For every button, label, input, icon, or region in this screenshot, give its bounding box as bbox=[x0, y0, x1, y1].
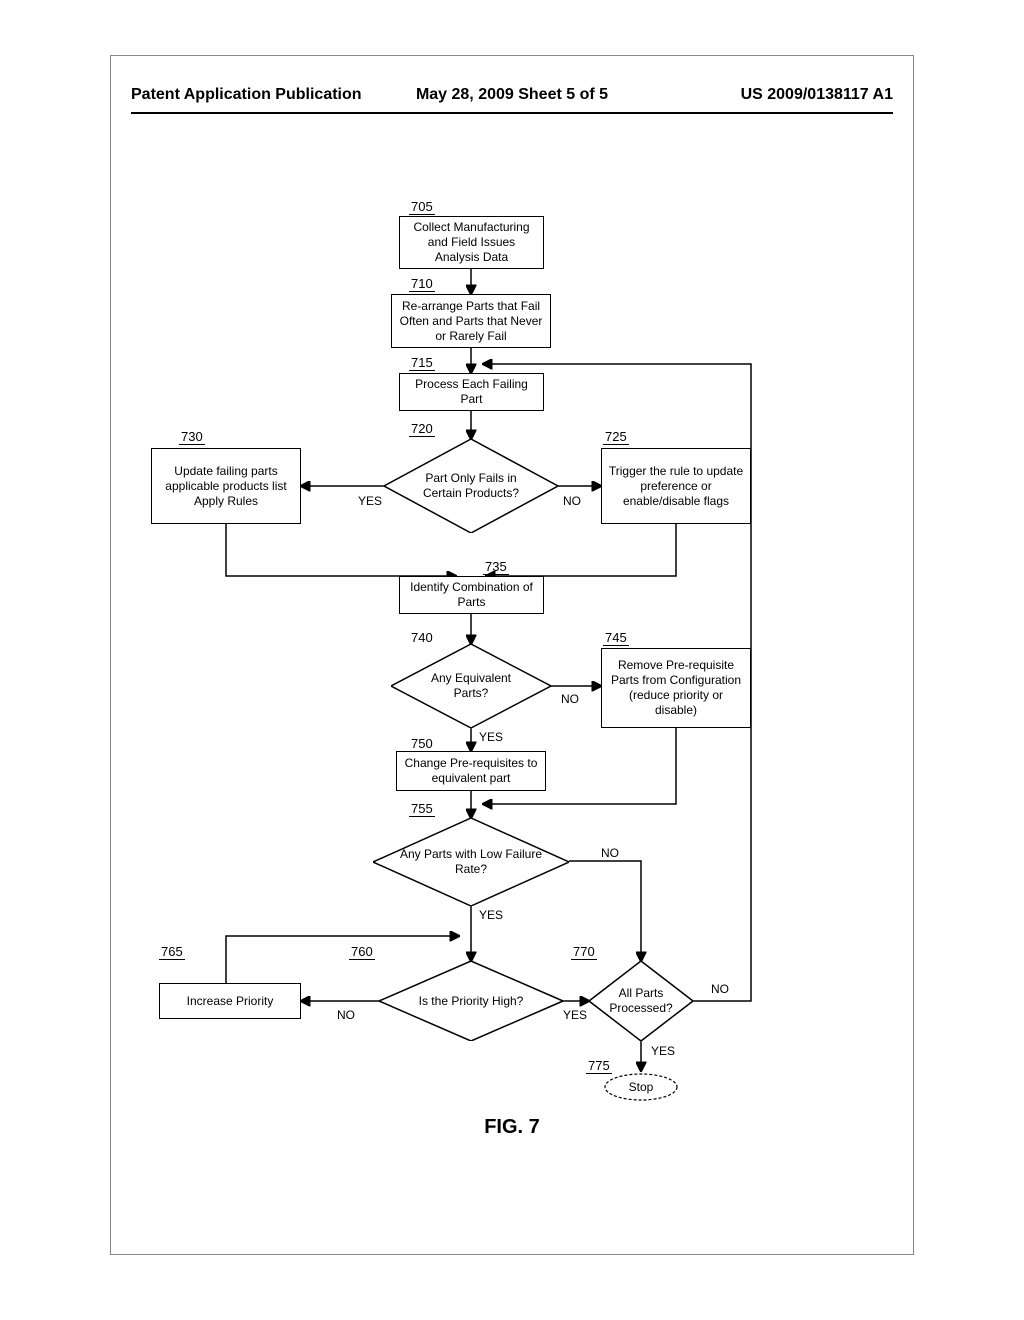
label-755-yes: YES bbox=[479, 908, 503, 922]
label-740-yes: YES bbox=[479, 730, 503, 744]
ref-720: 720 bbox=[409, 421, 435, 437]
box-730: Update failing parts applicable products… bbox=[151, 448, 301, 524]
box-735: Identify Combination of Parts bbox=[399, 576, 544, 614]
box-725-text: Trigger the rule to update preference or… bbox=[608, 464, 744, 509]
ref-770: 770 bbox=[571, 944, 597, 960]
decision-760: Is the Priority High? bbox=[379, 961, 563, 1041]
label-740-no: NO bbox=[561, 692, 579, 706]
ref-730: 730 bbox=[179, 429, 205, 445]
box-710: Re-arrange Parts that Fail Often and Par… bbox=[391, 294, 551, 348]
label-720-yes: YES bbox=[358, 494, 382, 508]
ref-705: 705 bbox=[409, 199, 435, 215]
box-750-text: Change Pre-requisites to equivalent part bbox=[403, 756, 539, 786]
header-right: US 2009/0138117 A1 bbox=[741, 86, 893, 104]
ref-765: 765 bbox=[159, 944, 185, 960]
ref-710: 710 bbox=[409, 276, 435, 292]
decision-760-text: Is the Priority High? bbox=[379, 961, 563, 1041]
label-755-no: NO bbox=[601, 846, 619, 860]
box-725: Trigger the rule to update preference or… bbox=[601, 448, 751, 524]
label-760-no: NO bbox=[337, 1008, 355, 1022]
decision-740: Any Equivalent Parts? bbox=[391, 644, 551, 728]
box-745: Remove Pre-requisite Parts from Configur… bbox=[601, 648, 751, 728]
header-rule bbox=[131, 112, 893, 114]
ref-745: 745 bbox=[603, 630, 629, 646]
ref-725: 725 bbox=[603, 429, 629, 445]
ref-750: 750 bbox=[409, 736, 435, 752]
decision-770-text: All Parts Processed? bbox=[589, 961, 693, 1041]
box-765: Increase Priority bbox=[159, 983, 301, 1019]
box-715-text: Process Each Failing Part bbox=[406, 377, 537, 407]
decision-720-text: Part Only Fails in Certain Products? bbox=[384, 439, 558, 533]
label-720-no: NO bbox=[563, 494, 581, 508]
box-730-text: Update failing parts applicable products… bbox=[158, 464, 294, 509]
decision-740-text: Any Equivalent Parts? bbox=[391, 644, 551, 728]
box-750: Change Pre-requisites to equivalent part bbox=[396, 751, 546, 791]
label-770-yes: YES bbox=[651, 1044, 675, 1058]
terminator-stop: Stop bbox=[603, 1072, 679, 1102]
decision-770: All Parts Processed? bbox=[589, 961, 693, 1041]
decision-720: Part Only Fails in Certain Products? bbox=[384, 439, 558, 533]
page-border: Patent Application Publication May 28, 2… bbox=[110, 55, 914, 1255]
box-745-text: Remove Pre-requisite Parts from Configur… bbox=[608, 658, 744, 718]
box-710-text: Re-arrange Parts that Fail Often and Par… bbox=[398, 299, 544, 344]
box-715: Process Each Failing Part bbox=[399, 373, 544, 411]
ref-715: 715 bbox=[409, 355, 435, 371]
box-705: Collect Manufacturing and Field Issues A… bbox=[399, 216, 544, 269]
decision-755-text: Any Parts with Low Failure Rate? bbox=[373, 818, 569, 906]
figure-label: FIG. 7 bbox=[111, 1116, 913, 1139]
ref-735: 735 bbox=[483, 559, 509, 575]
ref-755: 755 bbox=[409, 801, 435, 817]
ref-760: 760 bbox=[349, 944, 375, 960]
label-760-yes: YES bbox=[563, 1008, 587, 1022]
box-705-text: Collect Manufacturing and Field Issues A… bbox=[406, 220, 537, 265]
box-735-text: Identify Combination of Parts bbox=[406, 580, 537, 610]
box-765-text: Increase Priority bbox=[187, 994, 274, 1009]
flowchart: 705 Collect Manufacturing and Field Issu… bbox=[111, 196, 913, 1196]
terminator-stop-text: Stop bbox=[629, 1080, 654, 1094]
label-770-no: NO bbox=[711, 982, 729, 996]
decision-755: Any Parts with Low Failure Rate? bbox=[373, 818, 569, 906]
